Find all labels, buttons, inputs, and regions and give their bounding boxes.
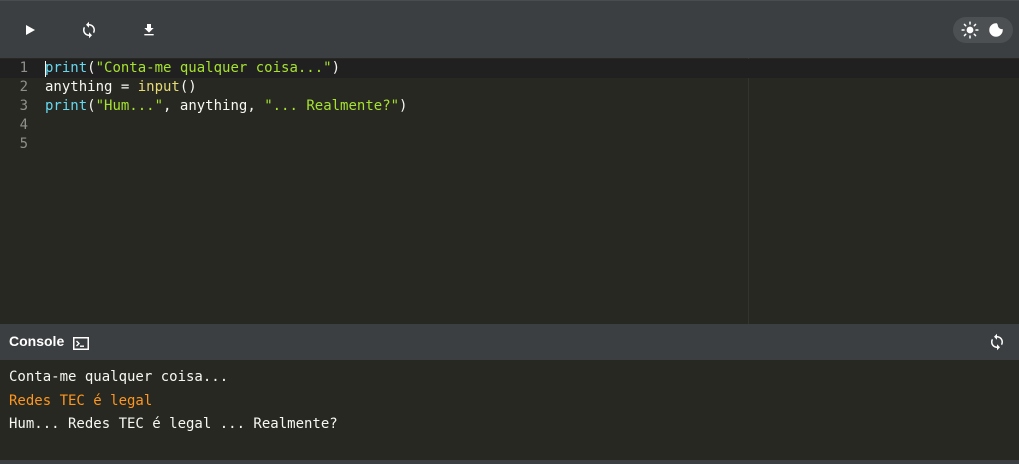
code-playground: 1 print("Conta-me qualquer coisa...") 2 any… [0, 0, 1019, 464]
terminal-icon [73, 335, 89, 354]
code-token: "Hum..." [95, 98, 164, 114]
line-number: 1 [19, 60, 28, 76]
code-editor[interactable]: 1 print("Conta-me qualquer coisa...") 2 any… [0, 58, 1019, 324]
refresh-icon [991, 333, 1003, 351]
toolbar [0, 0, 1019, 58]
code-text: anything = input() [45, 78, 197, 97]
reset-button[interactable] [74, 15, 104, 45]
code-token: ) [331, 60, 341, 76]
code-line[interactable]: 1 print("Conta-me qualquer coisa...") [0, 59, 1019, 78]
bottom-border [0, 460, 1019, 464]
code-token: print [45, 60, 88, 76]
code-token: "... Realmente?" [264, 98, 400, 114]
code-line[interactable]: 4 [0, 116, 1019, 135]
code-token: print [45, 98, 88, 114]
line-number: 5 [19, 136, 28, 152]
download-icon [144, 24, 154, 36]
code-token: () [179, 79, 197, 95]
download-button[interactable] [134, 15, 164, 45]
moon-icon [989, 23, 1003, 37]
console-output-line: Conta-me qualquer coisa... [9, 369, 229, 385]
sun-icon [961, 21, 979, 39]
console-header: Console [0, 324, 1019, 360]
line-number: 4 [19, 117, 28, 133]
console-title: Console [9, 333, 65, 349]
code-line[interactable]: 5 [0, 135, 1019, 154]
code-token: ( [87, 60, 96, 76]
code-line[interactable]: 2 anything = input() [0, 78, 1019, 97]
code-token: anything = [45, 79, 138, 95]
line-number: 2 [19, 79, 28, 95]
console-clear-button[interactable] [987, 332, 1007, 352]
code-line[interactable]: 3 print("Hum...", anything, "... Realment… [0, 97, 1019, 116]
code-text: print("Hum...", anything, "... Realmente… [45, 97, 407, 116]
text-cursor [45, 61, 46, 77]
console-user-input: Redes TEC é legal [9, 392, 153, 409]
console-output: Conta-me qualquer coisa... Redes TEC é le… [0, 360, 1019, 460]
line-number: 3 [19, 98, 28, 114]
code-token: ) [399, 98, 408, 114]
refresh-icon [83, 21, 95, 39]
code-token: input [137, 79, 180, 95]
code-text: print("Conta-me qualquer coisa...") [45, 59, 340, 78]
console-output-line: Hum... Redes TEC é legal ... Realmente? [9, 416, 338, 432]
code-token: , anything, [163, 98, 265, 114]
code-token: ( [87, 98, 96, 114]
play-icon [26, 25, 35, 35]
code-token: "Conta-me qualquer coisa..." [95, 60, 332, 76]
theme-toggle[interactable] [953, 17, 1013, 43]
run-button[interactable] [15, 15, 45, 45]
